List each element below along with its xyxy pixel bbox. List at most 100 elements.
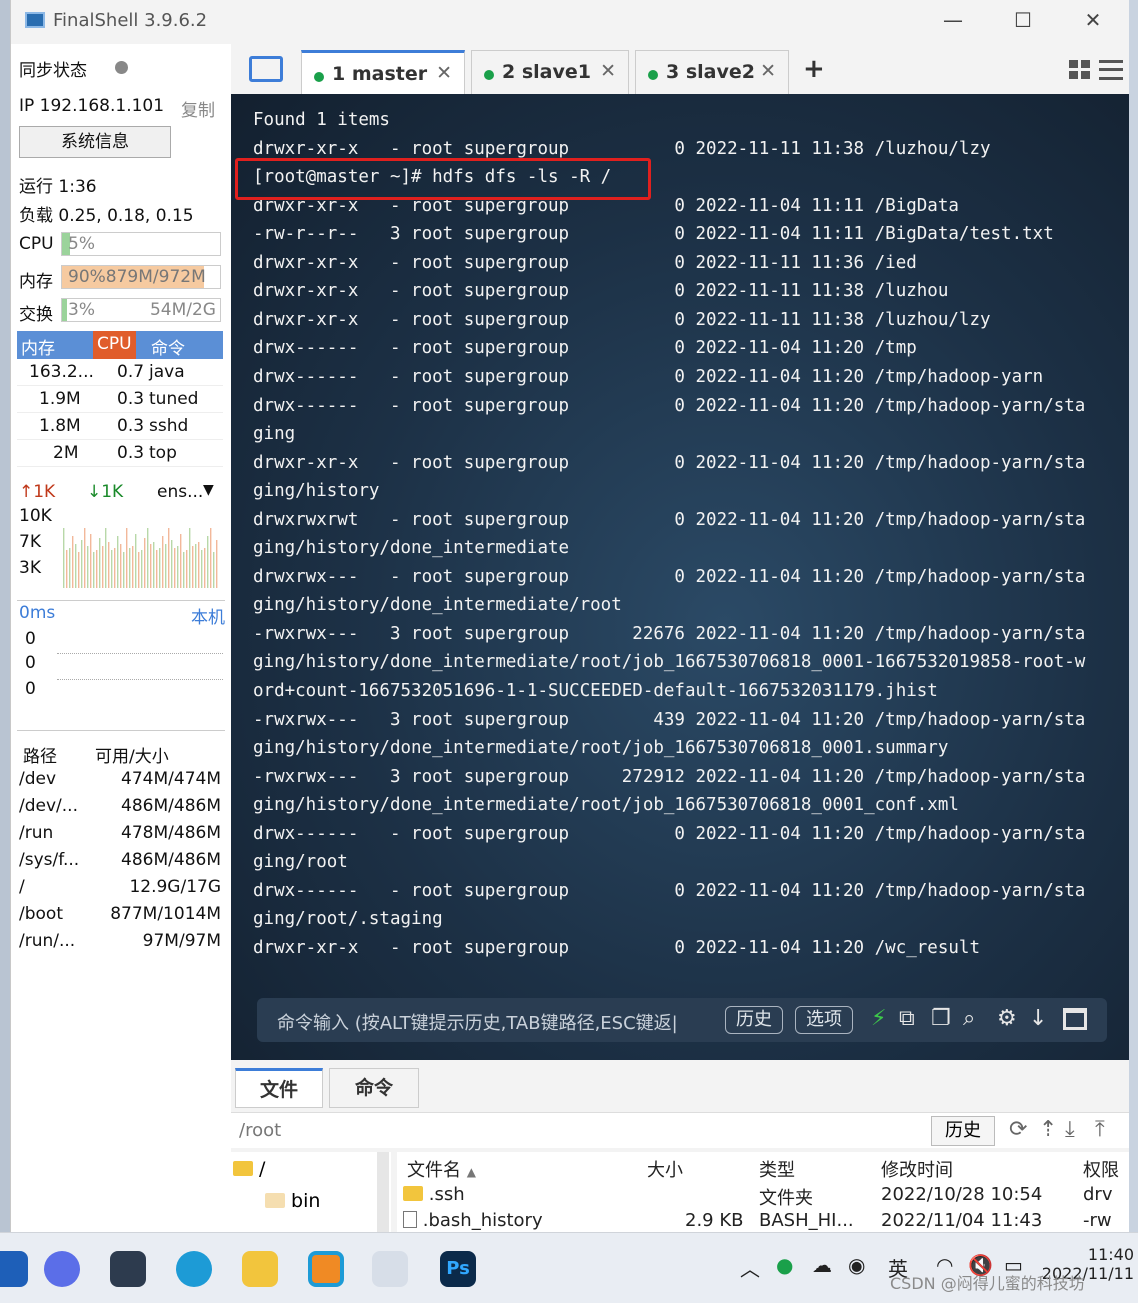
command-input-bar[interactable]: 命令输入 (按ALT键提示历史,TAB键路径,ESC键返| 历史 选项 ⚡ ⧉ … (257, 998, 1107, 1042)
disk-row[interactable]: /run/... 97M/97M (17, 928, 225, 955)
file-row[interactable]: .bash_history (403, 1210, 543, 1231)
disk-table-header: 路径 可用/大小 (17, 739, 225, 767)
col-command[interactable]: 命令 (151, 334, 185, 359)
wechat-icon[interactable]: ● (776, 1253, 793, 1277)
process-mem: 1.8M (39, 416, 81, 436)
app-window-icon[interactable] (308, 1251, 344, 1287)
tree-scrollbar[interactable] (377, 1152, 389, 1232)
file-perm: -rw (1083, 1210, 1112, 1231)
traffic-bar (93, 552, 95, 588)
start-app-icon[interactable] (0, 1251, 28, 1287)
app-a-icon[interactable] (44, 1251, 80, 1287)
disk-row[interactable]: /run 478M/486M (17, 820, 225, 847)
parent-folder-icon[interactable]: ⇡ (1039, 1117, 1057, 1142)
cloud-icon[interactable]: ☁ (812, 1253, 832, 1277)
terminal-line: drwx------ - root supergroup 0 2022-11-0… (253, 366, 1044, 387)
grid-layout-icon[interactable] (1069, 60, 1091, 80)
tab-files[interactable]: 文件 (235, 1068, 323, 1108)
process-row[interactable]: 1.9M 0.3 tuned (17, 386, 223, 413)
window-icon[interactable] (1063, 1008, 1087, 1030)
disk-row[interactable]: /dev 474M/474M (17, 766, 225, 793)
tab-master[interactable]: 1 master ✕ (301, 50, 465, 94)
file-row[interactable]: .ssh (403, 1184, 465, 1205)
col-cpu[interactable]: CPU (93, 331, 136, 359)
tab-slave1[interactable]: 2 slave1 ✕ (471, 50, 629, 94)
copy-ip-link[interactable]: 复制 (181, 96, 215, 121)
traffic-bar (72, 536, 74, 588)
net-interface-select[interactable]: ens... (157, 482, 203, 502)
process-row[interactable]: 163.2... 0.7 java (17, 359, 223, 386)
chevron-down-icon[interactable]: ▼ (203, 482, 214, 498)
process-mem: 2M (53, 443, 79, 463)
minimize-button[interactable]: — (933, 8, 973, 32)
file-explorer-icon[interactable] (242, 1251, 278, 1287)
path-history-button[interactable]: 历史 (931, 1116, 995, 1146)
options-button[interactable]: 选项 (795, 1006, 853, 1034)
command-highlight-box (235, 158, 651, 200)
search-icon[interactable]: ⌕ (963, 1006, 975, 1031)
process-row[interactable]: 2M 0.3 top (17, 440, 223, 467)
disk-row[interactable]: /boot 877M/1014M (17, 901, 225, 928)
process-row[interactable]: 1.8M 0.3 sshd (17, 413, 223, 440)
maximize-button[interactable]: ☐ (1003, 8, 1043, 32)
process-cpu: 0.3 (117, 443, 145, 463)
disk-size: 12.9G/17G (129, 877, 221, 897)
col-type[interactable]: 类型 (759, 1156, 795, 1182)
col-modified[interactable]: 修改时间 (881, 1156, 953, 1182)
edge-browser-icon[interactable] (176, 1251, 212, 1287)
terminal-line: drwxr-xr-x - root supergroup 0 2022-11-0… (253, 937, 980, 958)
photoshop-icon[interactable]: Ps (440, 1251, 476, 1287)
tree-root[interactable]: / (233, 1158, 265, 1180)
process-cmd: tuned (149, 389, 199, 409)
current-path[interactable]: /root (239, 1120, 281, 1141)
add-tab-button[interactable]: + (803, 54, 825, 84)
col-available-size[interactable]: 可用/大小 (95, 742, 169, 767)
col-permission[interactable]: 权限 (1083, 1156, 1119, 1182)
traffic-bar (147, 528, 149, 588)
col-memory[interactable]: 内存 (21, 334, 55, 359)
copy-icon[interactable]: ⧉ (899, 1006, 915, 1031)
command-input[interactable]: 命令输入 (按ALT键提示历史,TAB键路径,ESC键返| (277, 1009, 678, 1035)
upload-icon[interactable]: ⤒ (1095, 1117, 1105, 1142)
disk-row[interactable]: / 12.9G/17G (17, 874, 225, 901)
tab-slave2[interactable]: 3 slave2 ✕ (635, 50, 789, 94)
col-path[interactable]: 路径 (23, 742, 57, 767)
traffic-bar (159, 548, 161, 588)
process-cpu: 0.3 (117, 416, 145, 436)
terminal[interactable]: Found 1 items drwxr-xr-x - root supergrou… (231, 94, 1129, 1060)
directory-tree: / bin (231, 1152, 391, 1232)
qq-icon[interactable]: ◉ (848, 1253, 865, 1277)
gear-icon[interactable]: ⚙ (997, 1006, 1017, 1031)
download-icon[interactable]: ⤓ (1065, 1117, 1075, 1142)
lightning-icon[interactable]: ⚡ (871, 1006, 886, 1031)
terminal-line: -rw-r--r-- 3 root supergroup 0 2022-11-0… (253, 224, 1054, 245)
menu-icon[interactable] (1099, 60, 1123, 80)
memory-usage-bar: 90%879M/972M (61, 265, 221, 289)
col-size[interactable]: 大小 (647, 1156, 683, 1182)
col-filename[interactable]: 文件名 ▲ (407, 1156, 476, 1182)
close-icon[interactable]: ✕ (600, 60, 616, 82)
tree-item-bin[interactable]: bin (265, 1190, 320, 1212)
tab-commands[interactable]: 命令 (329, 1068, 419, 1108)
disk-row[interactable]: /sys/f... 486M/486M (17, 847, 225, 874)
close-icon[interactable]: ✕ (760, 60, 776, 82)
folder-open-icon[interactable] (249, 56, 283, 82)
traffic-bar (81, 540, 83, 588)
traffic-bar (66, 550, 68, 588)
traffic-bar (120, 544, 122, 588)
chevron-up-icon[interactable]: ︿ (740, 1253, 760, 1282)
disk-row[interactable]: /dev/... 486M/486M (17, 793, 225, 820)
traffic-bar (183, 552, 185, 588)
refresh-icon[interactable]: ⟳ (1009, 1117, 1027, 1142)
paste-icon[interactable]: ❐ (931, 1006, 951, 1031)
close-icon[interactable]: ✕ (436, 62, 452, 84)
process-cmd: top (149, 443, 177, 463)
arrow-down-icon[interactable]: ↓ (1029, 1006, 1047, 1031)
close-button[interactable]: ✕ (1073, 8, 1113, 32)
tab-label: 1 master (332, 63, 428, 85)
traffic-bar (171, 540, 173, 588)
finalshell-taskbar-icon[interactable] (372, 1251, 408, 1287)
history-button[interactable]: 历史 (725, 1006, 783, 1034)
app-s-icon[interactable] (110, 1251, 146, 1287)
system-info-button[interactable]: 系统信息 (19, 126, 171, 158)
